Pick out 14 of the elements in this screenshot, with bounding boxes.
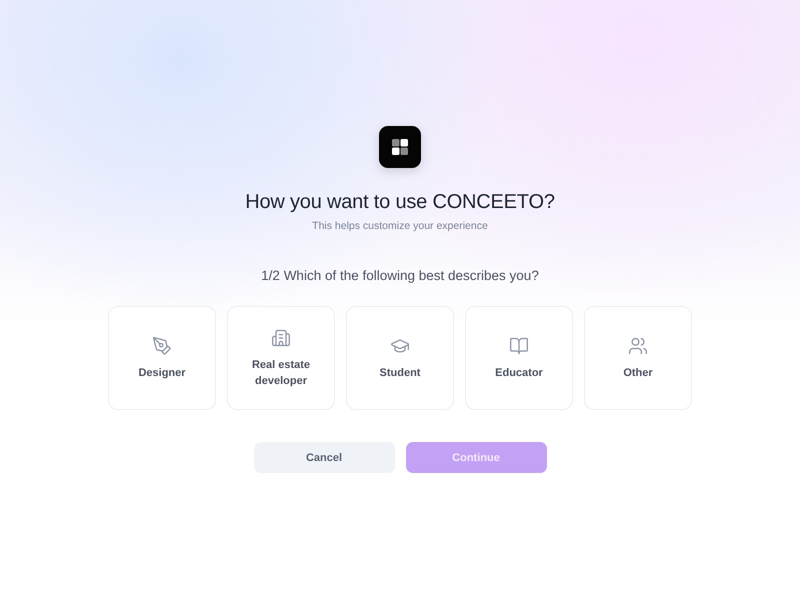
cancel-button[interactable]: Cancel: [254, 442, 394, 473]
logo-icon: [379, 126, 421, 168]
open-book-icon: [509, 336, 529, 356]
building-icon: [271, 328, 291, 348]
pen-nib-icon: [152, 336, 172, 356]
option-card[interactable]: Real estate developer: [227, 306, 335, 410]
question-text: 1/2 Which of the following best describes you?: [261, 267, 539, 285]
page-title: How you want to use CONCEETO?: [245, 190, 555, 214]
option-card[interactable]: Other: [584, 306, 692, 410]
option-card[interactable]: Student: [346, 306, 454, 410]
option-card[interactable]: Educator: [465, 306, 573, 410]
users-icon: [628, 336, 648, 356]
option-card[interactable]: Designer: [108, 306, 216, 410]
page-subtitle: This helps customize your experience: [312, 219, 488, 233]
